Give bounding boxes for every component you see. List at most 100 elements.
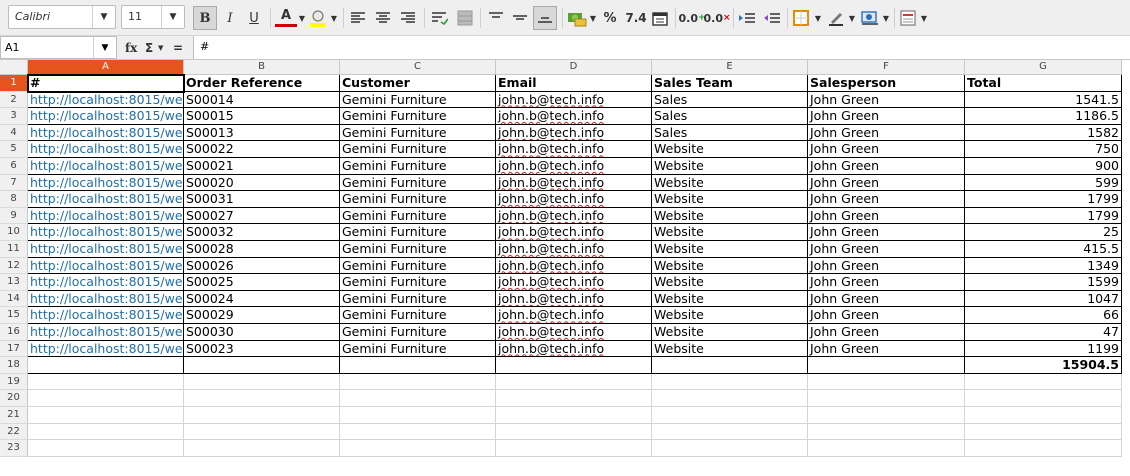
empty-cell[interactable] bbox=[184, 423, 340, 441]
column-header-f[interactable]: F bbox=[808, 60, 965, 75]
row-header-19[interactable]: 19 bbox=[0, 373, 28, 391]
empty-cell[interactable] bbox=[28, 357, 184, 374]
chevron-down-icon[interactable]: ▼ bbox=[298, 6, 306, 30]
hyperlink-cell[interactable]: http://localhost:8015/web bbox=[28, 290, 184, 308]
column-header-b[interactable]: B bbox=[184, 60, 340, 75]
table-cell[interactable]: John Green bbox=[808, 141, 965, 158]
border-style-icon[interactable] bbox=[826, 6, 846, 30]
empty-cell[interactable] bbox=[496, 423, 652, 441]
hyperlink-cell[interactable]: http://localhost:8015/web bbox=[28, 340, 184, 358]
table-cell[interactable]: Gemini Furniture bbox=[340, 307, 496, 324]
table-cell[interactable]: Website bbox=[652, 224, 808, 241]
empty-cell[interactable] bbox=[808, 407, 965, 424]
table-cell[interactable]: john.b@tech.info bbox=[496, 307, 652, 324]
table-cell[interactable]: S00025 bbox=[184, 274, 340, 291]
table-cell[interactable]: Sales bbox=[652, 124, 808, 142]
row-header-9[interactable]: 9 bbox=[0, 207, 28, 225]
chevron-down-icon[interactable]: ▼ bbox=[93, 37, 116, 58]
underline-icon[interactable]: U bbox=[244, 6, 264, 30]
delete-decimal-icon[interactable]: 0.0 × bbox=[703, 6, 730, 30]
table-cell[interactable]: Sales bbox=[652, 108, 808, 125]
table-cell[interactable]: 415.5 bbox=[965, 241, 1122, 258]
bold-icon[interactable]: B bbox=[193, 6, 217, 30]
align-bottom-icon[interactable] bbox=[533, 6, 557, 30]
table-cell[interactable]: John Green bbox=[808, 191, 965, 208]
table-cell[interactable]: S00020 bbox=[184, 174, 340, 192]
empty-cell[interactable] bbox=[28, 423, 184, 441]
font-name-combo[interactable]: Calibri ▼ bbox=[8, 5, 116, 29]
table-cell[interactable]: Website bbox=[652, 141, 808, 158]
table-cell[interactable]: Gemini Furniture bbox=[340, 257, 496, 275]
table-cell[interactable]: 1199 bbox=[965, 340, 1122, 358]
empty-cell[interactable] bbox=[808, 357, 965, 374]
table-cell[interactable]: Website bbox=[652, 340, 808, 358]
borders-icon[interactable] bbox=[791, 6, 811, 30]
empty-cell[interactable] bbox=[184, 373, 340, 391]
chevron-down-icon[interactable]: ▼ bbox=[920, 6, 928, 30]
table-cell[interactable]: S00029 bbox=[184, 307, 340, 324]
hyperlink-cell[interactable]: http://localhost:8015/web bbox=[28, 124, 184, 142]
hyperlink-cell[interactable]: http://localhost:8015/web bbox=[28, 141, 184, 158]
hyperlink-cell[interactable]: http://localhost:8015/web bbox=[28, 274, 184, 291]
table-cell[interactable]: S00015 bbox=[184, 108, 340, 125]
empty-cell[interactable] bbox=[340, 390, 496, 407]
table-cell[interactable]: Sales bbox=[652, 91, 808, 109]
hyperlink-cell[interactable]: http://localhost:8015/web bbox=[28, 257, 184, 275]
empty-cell[interactable] bbox=[184, 357, 340, 374]
align-center-icon[interactable] bbox=[373, 6, 393, 30]
table-cell[interactable]: S00024 bbox=[184, 290, 340, 308]
table-cell[interactable]: 599 bbox=[965, 174, 1122, 192]
hyperlink-cell[interactable]: http://localhost:8015/web bbox=[28, 158, 184, 175]
header-cell[interactable]: # bbox=[28, 75, 184, 92]
column-header-g[interactable]: G bbox=[965, 60, 1122, 75]
row-header-15[interactable]: 15 bbox=[0, 307, 28, 324]
table-cell[interactable]: john.b@tech.info bbox=[496, 241, 652, 258]
hyperlink-cell[interactable]: http://localhost:8015/web bbox=[28, 91, 184, 109]
number-format-icon[interactable]: 7.4 bbox=[624, 6, 648, 30]
table-cell[interactable]: John Green bbox=[808, 307, 965, 324]
table-cell[interactable]: Website bbox=[652, 324, 808, 341]
row-header-7[interactable]: 7 bbox=[0, 174, 28, 192]
table-cell[interactable]: John Green bbox=[808, 241, 965, 258]
empty-cell[interactable] bbox=[652, 390, 808, 407]
table-cell[interactable]: 1349 bbox=[965, 257, 1122, 275]
row-header-22[interactable]: 22 bbox=[0, 423, 28, 441]
table-cell[interactable]: Gemini Furniture bbox=[340, 324, 496, 341]
empty-cell[interactable] bbox=[652, 357, 808, 374]
empty-cell[interactable] bbox=[808, 390, 965, 407]
table-cell[interactable]: john.b@tech.info bbox=[496, 91, 652, 109]
row-header-16[interactable]: 16 bbox=[0, 324, 28, 341]
name-box[interactable]: A1 ▼ bbox=[0, 36, 117, 59]
chevron-down-icon[interactable]: ▼ bbox=[814, 6, 822, 30]
table-cell[interactable]: john.b@tech.info bbox=[496, 207, 652, 225]
row-header-18[interactable]: 18 bbox=[0, 357, 28, 374]
align-right-icon[interactable] bbox=[398, 6, 418, 30]
italic-icon[interactable]: I bbox=[220, 6, 240, 30]
column-header-e[interactable]: E bbox=[652, 60, 808, 75]
hyperlink-cell[interactable]: http://localhost:8015/web bbox=[28, 324, 184, 341]
chevron-down-icon[interactable]: ▼ bbox=[589, 6, 597, 30]
empty-cell[interactable] bbox=[28, 373, 184, 391]
align-middle-icon[interactable] bbox=[510, 6, 530, 30]
table-cell[interactable]: 1599 bbox=[965, 274, 1122, 291]
formula-icon[interactable]: = bbox=[173, 38, 183, 58]
table-cell[interactable]: John Green bbox=[808, 91, 965, 109]
table-cell[interactable]: John Green bbox=[808, 207, 965, 225]
table-cell[interactable]: Gemini Furniture bbox=[340, 191, 496, 208]
row-header-6[interactable]: 6 bbox=[0, 158, 28, 175]
empty-cell[interactable] bbox=[652, 407, 808, 424]
table-cell[interactable]: 1799 bbox=[965, 207, 1122, 225]
table-cell[interactable]: S00030 bbox=[184, 324, 340, 341]
table-cell[interactable]: John Green bbox=[808, 108, 965, 125]
font-color-icon[interactable]: A bbox=[275, 6, 297, 27]
row-header-17[interactable]: 17 bbox=[0, 340, 28, 358]
hyperlink-cell[interactable]: http://localhost:8015/web bbox=[28, 307, 184, 324]
header-cell[interactable]: Email bbox=[496, 75, 652, 92]
table-cell[interactable]: Gemini Furniture bbox=[340, 340, 496, 358]
row-header-14[interactable]: 14 bbox=[0, 290, 28, 308]
table-cell[interactable]: S00014 bbox=[184, 91, 340, 109]
empty-cell[interactable] bbox=[340, 407, 496, 424]
table-cell[interactable]: 25 bbox=[965, 224, 1122, 241]
table-cell[interactable]: 1541.5 bbox=[965, 91, 1122, 109]
table-cell[interactable]: John Green bbox=[808, 340, 965, 358]
